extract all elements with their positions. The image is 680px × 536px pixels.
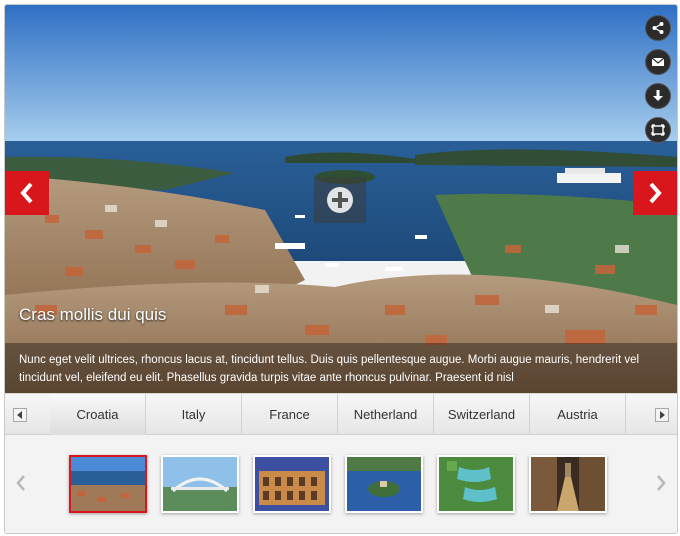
tab-switzerland[interactable]: Switzerland	[434, 394, 530, 435]
old-street-thumbnail	[531, 457, 605, 511]
waterfalls-thumbnail	[439, 457, 513, 511]
thumbnail-old-street[interactable]	[529, 455, 607, 513]
tab-italy[interactable]: Italy	[146, 394, 242, 435]
chevron-right-icon	[657, 475, 666, 491]
thumbs-previous-button[interactable]	[13, 471, 29, 495]
thumbnail-strip	[5, 435, 677, 533]
share-button[interactable]	[645, 15, 671, 41]
thumbs-next-button[interactable]	[653, 471, 669, 495]
tab-scroll-left-button[interactable]	[13, 408, 27, 422]
slide-title: Cras mollis dui quis	[19, 305, 167, 324]
gallery-widget: Cras mollis dui quis Nunc eget velit ult…	[4, 4, 678, 534]
lake-island-thumbnail	[347, 457, 421, 511]
zoom-button[interactable]	[314, 177, 366, 223]
caret-left-icon	[17, 411, 22, 419]
tab-netherland[interactable]: Netherland	[338, 394, 434, 435]
slide-description: Nunc eget velit ultrices, rhoncus lacus …	[5, 343, 677, 393]
tab-scroll-right-button[interactable]	[655, 408, 669, 422]
thumbnail-lake-island[interactable]	[345, 455, 423, 513]
previous-slide-button[interactable]	[5, 171, 49, 215]
colosseum-thumbnail	[255, 457, 329, 511]
thumbnail-waterfalls[interactable]	[437, 455, 515, 513]
fullscreen-button[interactable]	[645, 117, 671, 143]
chevron-left-icon	[20, 182, 33, 204]
chevron-left-icon	[16, 475, 25, 491]
side-toolbar	[645, 15, 671, 143]
email-button[interactable]	[645, 49, 671, 75]
bridge-thumbnail	[163, 457, 237, 511]
caret-right-icon	[660, 411, 665, 419]
mail-icon	[651, 57, 665, 66]
next-slide-button[interactable]	[633, 171, 677, 215]
slide-description-text: Nunc eget velit ultrices, rhoncus lacus …	[19, 354, 640, 384]
thumbnail-bridge[interactable]	[161, 455, 239, 513]
download-icon	[653, 90, 663, 101]
share-icon	[652, 22, 664, 34]
main-image[interactable]: Cras mollis dui quis Nunc eget velit ult…	[5, 5, 677, 393]
tab-france[interactable]: France	[242, 394, 338, 435]
tab-list: Croatia Italy France Netherland Switzerl…	[50, 394, 626, 435]
chevron-right-icon	[649, 182, 662, 204]
fullscreen-icon	[651, 124, 665, 136]
category-tabbar: Croatia Italy France Netherland Switzerl…	[5, 393, 677, 435]
thumbnail-colosseum[interactable]	[253, 455, 331, 513]
tab-croatia[interactable]: Croatia	[50, 394, 146, 435]
plus-circle-icon	[327, 187, 353, 213]
coastal-town-thumbnail	[71, 457, 145, 511]
thumbnail-coastal-town[interactable]	[69, 455, 147, 513]
tab-austria[interactable]: Austria	[530, 394, 626, 435]
download-button[interactable]	[645, 83, 671, 109]
